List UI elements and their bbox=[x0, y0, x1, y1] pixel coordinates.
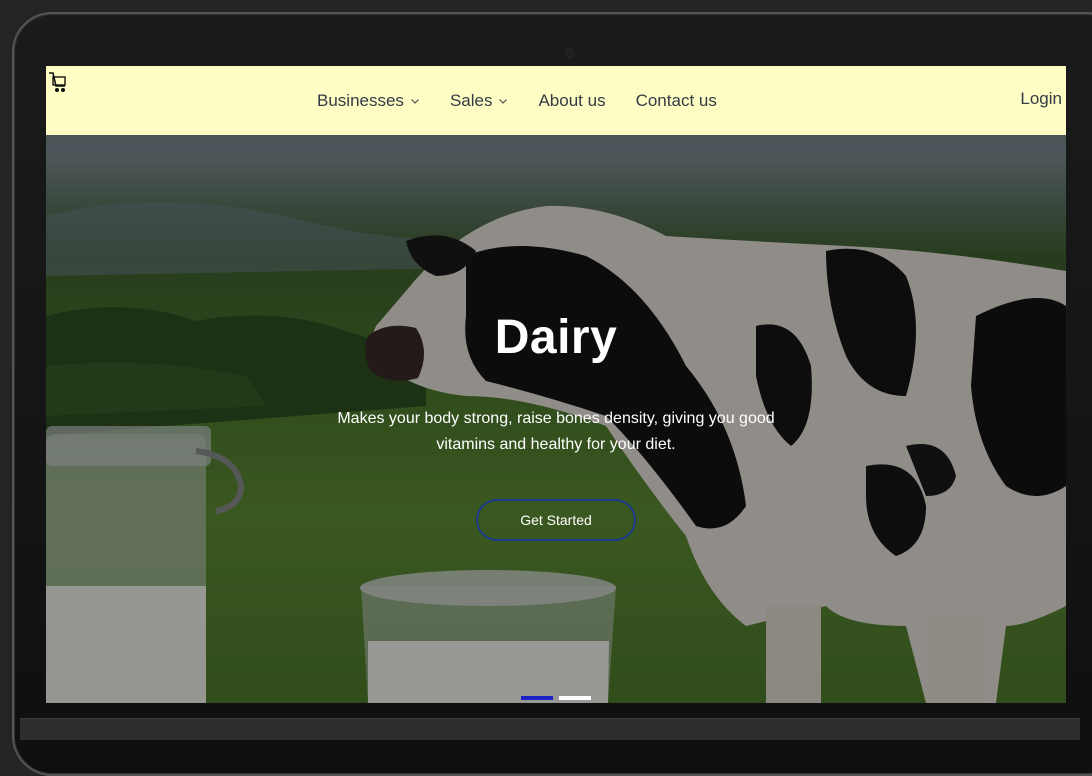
hero-title: Dairy bbox=[494, 311, 618, 364]
nav-item-label: Businesses bbox=[317, 90, 404, 110]
carousel-indicator-1[interactable] bbox=[521, 696, 553, 700]
nav-item-label: Contact us bbox=[635, 90, 717, 110]
get-started-button[interactable]: Get Started bbox=[476, 499, 636, 541]
hero-subtitle: Makes your body strong, raise bones dens… bbox=[337, 410, 775, 453]
main-nav: Businesses Sales About us Contact us bbox=[317, 66, 717, 135]
nav-item-label: Sales bbox=[449, 90, 493, 110]
login-link[interactable]: Login bbox=[1020, 66, 1062, 135]
nav-item-contact-us[interactable]: Contact us bbox=[636, 91, 717, 111]
nav-item-label: About us bbox=[538, 90, 606, 110]
chevron-down-icon bbox=[499, 98, 508, 104]
carousel-indicator-2[interactable] bbox=[559, 696, 591, 700]
webcam bbox=[566, 50, 573, 57]
chevron-down-icon bbox=[411, 98, 419, 104]
laptop-base bbox=[20, 718, 1080, 740]
nav-item-businesses[interactable]: Businesses bbox=[317, 91, 420, 111]
navbar: Businesses Sales About us Contact us Log… bbox=[46, 66, 1066, 135]
browser-viewport: Businesses Sales About us Contact us Log… bbox=[46, 66, 1066, 703]
cart-logo-icon[interactable] bbox=[46, 70, 68, 96]
nav-item-sales[interactable]: Sales bbox=[450, 91, 509, 111]
carousel-indicators bbox=[521, 696, 591, 700]
hero-content: Dairy Makes your body strong, raise bone… bbox=[46, 66, 1066, 703]
nav-item-about-us[interactable]: About us bbox=[538, 91, 605, 111]
